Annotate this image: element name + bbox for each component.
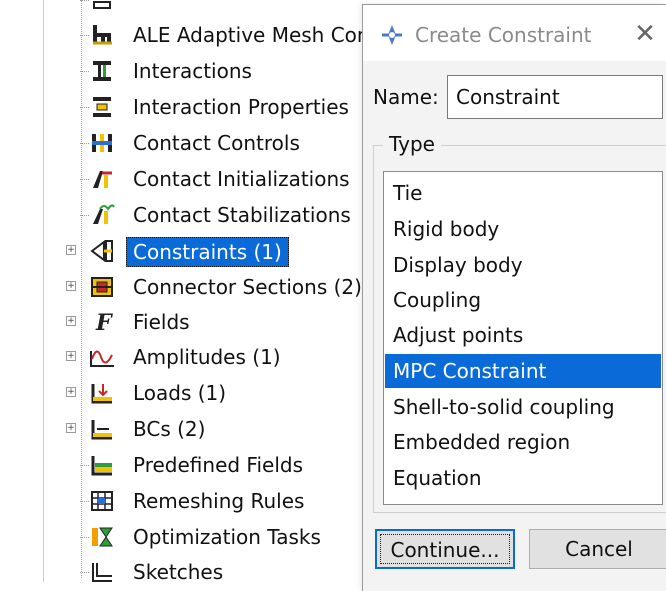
expand-icon[interactable]: +	[66, 423, 76, 433]
tree-item-label: Interaction Properties	[133, 95, 349, 119]
tree-item-label: ALE Adaptive Mesh Con	[133, 23, 370, 47]
tree-item-label: Remeshing Rules	[133, 489, 305, 513]
create-constraint-dialog: Create Constraint ✕ Name: Type Tie Rigid…	[362, 4, 666, 591]
tree-item-loads[interactable]: + Loads (1)	[0, 377, 380, 409]
fields-icon: F	[95, 310, 113, 334]
sketches-icon	[92, 563, 112, 582]
close-icon[interactable]: ✕	[629, 19, 661, 51]
interactions-icon	[93, 61, 111, 81]
tree-item-remeshing-rules[interactable]: Remeshing Rules	[0, 485, 380, 517]
tree-item-label: Contact Initializations	[133, 167, 350, 191]
cancel-button[interactable]: Cancel	[529, 529, 666, 569]
tree-item-sketches[interactable]: Sketches	[0, 556, 380, 588]
type-option-adjust-points[interactable]: Adjust points	[385, 318, 661, 352]
amplitudes-icon	[90, 350, 114, 367]
remeshing-rules-icon	[91, 491, 113, 511]
tree-item-optimization-tasks[interactable]: Optimization Tasks	[0, 521, 380, 553]
constraint-icon	[382, 25, 402, 45]
tree-item-constraints[interactable]: + Constraints (1)	[0, 235, 380, 267]
tree-item-label: Amplitudes (1)	[133, 345, 281, 369]
constraint-type-list[interactable]: Tie Rigid body Display body Coupling Adj…	[383, 171, 663, 505]
constraints-icon	[90, 240, 113, 262]
tree-item-predefined-fields[interactable]: Predefined Fields	[0, 449, 380, 481]
tree-item-cut-off	[0, 0, 380, 16]
loads-icon	[91, 384, 112, 404]
type-option-display-body[interactable]: Display body	[385, 248, 661, 282]
tree-item-label: Interactions	[133, 59, 252, 83]
expand-icon[interactable]: +	[66, 387, 76, 397]
tree-item-ale-adaptive-mesh[interactable]: ALE Adaptive Mesh Con	[0, 19, 380, 51]
tree-item-label: Optimization Tasks	[133, 525, 321, 549]
expand-icon[interactable]: +	[66, 281, 76, 291]
expand-icon[interactable]: +	[66, 351, 76, 361]
type-option-shell-to-solid-coupling[interactable]: Shell-to-solid coupling	[385, 390, 661, 424]
dialog-title: Create Constraint	[415, 23, 592, 47]
type-option-rigid-body[interactable]: Rigid body	[385, 212, 661, 246]
name-input[interactable]	[447, 75, 663, 119]
tree-item-label: Sketches	[133, 560, 224, 584]
bcs-icon	[91, 420, 112, 440]
tree-item-amplitudes[interactable]: + Amplitudes (1)	[0, 341, 380, 373]
focus-rectangle	[380, 534, 510, 564]
cancel-button-label: Cancel	[565, 537, 633, 561]
tree-item-icon	[93, 1, 111, 9]
continue-button[interactable]: Continue...	[375, 529, 515, 569]
tree-item-label: Connector Sections (2)	[133, 275, 362, 299]
dialog-titlebar[interactable]: Create Constraint ✕	[363, 5, 666, 61]
contact-controls-icon	[92, 134, 112, 152]
tree-item-contact-initializations[interactable]: Contact Initializations	[0, 163, 380, 195]
contact-initializations-icon	[93, 171, 112, 188]
name-label: Name:	[373, 85, 439, 109]
connector-sections-icon	[91, 277, 113, 297]
tree-item-label: Constraints (1)	[126, 237, 289, 267]
expand-icon[interactable]: +	[66, 245, 76, 255]
type-option-coupling[interactable]: Coupling	[385, 283, 661, 317]
optimization-tasks-icon	[92, 527, 113, 547]
type-option-mpc-constraint[interactable]: MPC Constraint	[385, 354, 661, 388]
type-option-tie[interactable]: Tie	[385, 176, 661, 210]
svg-text:F: F	[95, 310, 113, 334]
tree-item-label: Contact Stabilizations	[133, 203, 351, 227]
tree-item-label: Loads (1)	[133, 381, 227, 405]
tree-item-contact-controls[interactable]: Contact Controls	[0, 127, 380, 159]
tree-item-contact-stabilizations[interactable]: Contact Stabilizations	[0, 199, 380, 231]
tree-item-bcs[interactable]: + BCs (2)	[0, 413, 380, 445]
tree-item-interaction-properties[interactable]: Interaction Properties	[0, 91, 380, 123]
type-option-equation[interactable]: Equation	[385, 461, 661, 495]
tree-item-connector-sections[interactable]: + Connector Sections (2)	[0, 271, 380, 303]
tree-item-label: BCs (2)	[133, 417, 206, 441]
ale-mesh-icon	[93, 25, 112, 45]
expand-icon[interactable]: +	[66, 316, 76, 326]
tree-item-interactions[interactable]: Interactions	[0, 55, 380, 87]
interaction-properties-icon	[93, 97, 111, 117]
predefined-fields-icon	[91, 456, 112, 476]
type-option-embedded-region[interactable]: Embedded region	[385, 425, 661, 459]
contact-stabilizations-icon	[93, 204, 115, 224]
tree-item-label: Predefined Fields	[133, 453, 304, 477]
tree-item-fields[interactable]: + F Fields	[0, 306, 380, 338]
type-group-title: Type	[383, 129, 441, 159]
tree-item-label: Fields	[133, 310, 190, 334]
tree-item-label: Contact Controls	[133, 131, 300, 155]
